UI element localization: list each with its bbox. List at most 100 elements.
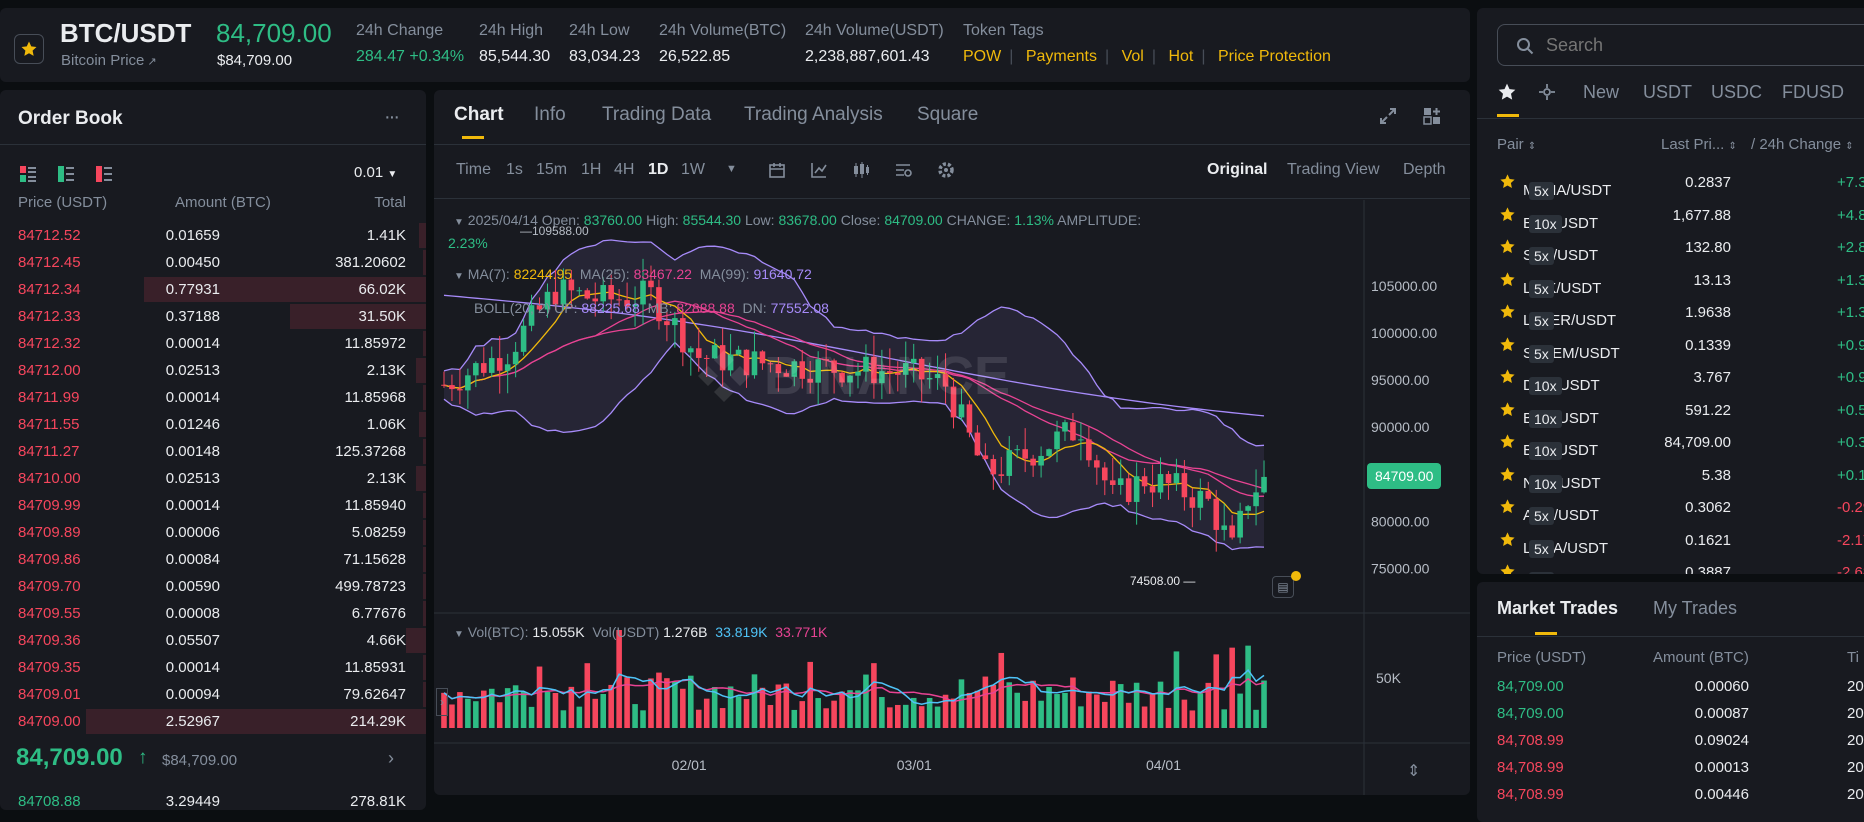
timeframe-15m[interactable]: 15m	[536, 161, 567, 179]
tab-my-trades[interactable]: My Trades	[1653, 598, 1737, 619]
ask-row[interactable]: 84709.89 0.00006 5.08259	[0, 519, 426, 546]
market-row[interactable]: LAYER/USDT5x1.9638+1.37	[1477, 296, 1864, 330]
search-box[interactable]	[1497, 24, 1864, 66]
view-depth[interactable]: Depth	[1403, 161, 1446, 179]
ask-row[interactable]: 84711.55 0.01246 1.06K	[0, 411, 426, 438]
market-row[interactable]: MANA/USDT5x0.2837+7.30	[1477, 166, 1864, 200]
tag-price-protection[interactable]: Price Protection	[1218, 48, 1331, 65]
ask-row[interactable]: 84711.99 0.00014 11.85968	[0, 384, 426, 411]
tab-usdc[interactable]: USDC	[1711, 82, 1762, 103]
timeframe-4h[interactable]: 4H	[614, 161, 634, 179]
ask-row[interactable]: 84711.27 0.00148 125.37268	[0, 438, 426, 465]
ask-row[interactable]: 84712.33 0.37188 31.50K	[0, 303, 426, 330]
favorite-star-icon[interactable]	[1499, 368, 1516, 389]
ask-row[interactable]: 84709.86 0.00084 71.15628	[0, 546, 426, 573]
ask-row[interactable]: 84709.36 0.05507 4.66K	[0, 627, 426, 654]
timeframe-1d[interactable]: 1D	[648, 161, 668, 179]
market-row[interactable]: JUP/USDT5x0.3887-2.68	[1477, 556, 1864, 574]
market-row[interactable]: ETH/USDT10x1,677.88+4.82	[1477, 199, 1864, 233]
tab-trading-data[interactable]: Trading Data	[602, 104, 711, 126]
coin-name-link[interactable]: Bitcoin Price ↗	[61, 52, 157, 69]
tag-pow[interactable]: POW	[963, 48, 1001, 65]
favorite-star-icon[interactable]	[1499, 271, 1516, 292]
ask-row[interactable]: 84709.35 0.00014 11.85931	[0, 654, 426, 681]
ask-row[interactable]: 84709.55 0.00008 6.77676	[0, 600, 426, 627]
tag-vol[interactable]: Vol	[1122, 48, 1144, 65]
timeframe-1w[interactable]: 1W	[681, 161, 705, 179]
scale-toggle-icon[interactable]: ⇕	[1407, 761, 1420, 781]
candle-type-icon[interactable]	[852, 161, 870, 184]
tab-zones[interactable]	[1537, 82, 1557, 107]
timeframe-time[interactable]: Time	[456, 161, 491, 179]
favorite-button[interactable]	[14, 34, 44, 64]
ask-row[interactable]: 84710.00 0.02513 2.13K	[0, 465, 426, 492]
timeframe-more-icon[interactable]: ▼	[726, 163, 737, 175]
expand-left-icon[interactable]: ›	[436, 688, 448, 716]
ask-row[interactable]: 84712.32 0.00014 11.85972	[0, 330, 426, 357]
template-icon[interactable]	[894, 161, 912, 184]
market-row[interactable]: LUNA/USDT5x0.1621-2.17	[1477, 524, 1864, 558]
search-input[interactable]	[1546, 33, 1846, 57]
ask-row[interactable]: 84712.34 0.77931 66.02K	[0, 276, 426, 303]
tab-market-trades[interactable]: Market Trades	[1497, 598, 1618, 619]
collapse-icon[interactable]: ▼	[454, 271, 464, 282]
ask-row[interactable]: 84709.01 0.00094 79.62647	[0, 681, 426, 708]
market-row[interactable]: ARB/USDT5x0.3062-0.29	[1477, 491, 1864, 525]
ask-row[interactable]: 84709.00 2.52967 214.29K	[0, 708, 426, 735]
tab-square[interactable]: Square	[917, 104, 978, 126]
collapse-icon[interactable]: ▼	[454, 217, 464, 228]
favorite-star-icon[interactable]	[1499, 206, 1516, 227]
tab-usdt[interactable]: USDT	[1643, 82, 1692, 103]
favorite-star-icon[interactable]	[1499, 401, 1516, 422]
favorite-star-icon[interactable]	[1499, 563, 1516, 574]
calendar-icon[interactable]	[768, 161, 786, 184]
fullscreen-icon[interactable]	[1378, 106, 1398, 131]
favorite-star-icon[interactable]	[1499, 531, 1516, 552]
favorite-star-icon[interactable]	[1499, 173, 1516, 194]
settings-gear-icon[interactable]	[937, 161, 955, 184]
more-options-icon[interactable]: ···	[384, 106, 400, 129]
bid-row[interactable]: 84708.88 3.29449 278.81K	[0, 790, 426, 810]
candlestick-chart[interactable]: 105000.00 100000.00 95000.00 90000.00 80000.…	[434, 200, 1470, 795]
market-row[interactable]: LINK/USDT5x13.13+1.39	[1477, 264, 1864, 298]
tab-favorites[interactable]	[1497, 82, 1517, 107]
tab-info[interactable]: Info	[534, 104, 566, 126]
ask-row[interactable]: 84709.70 0.00590 499.78723	[0, 573, 426, 600]
tab-new[interactable]: New	[1583, 82, 1619, 103]
precision-select[interactable]: 0.01 ▼	[354, 164, 397, 181]
ask-row[interactable]: 84712.00 0.02513 2.13K	[0, 357, 426, 384]
view-both-icon[interactable]	[20, 166, 36, 187]
collapse-icon[interactable]: ▼	[454, 629, 464, 640]
market-row[interactable]: BNB/USDT10x591.22+0.57	[1477, 394, 1864, 428]
market-row[interactable]: NEO/USDT10x5.38+0.19	[1477, 459, 1864, 493]
col-last-price-header[interactable]: Last Pri... ⇕	[1661, 136, 1737, 153]
favorite-star-icon[interactable]	[1499, 433, 1516, 454]
last-price-row[interactable]: 84,709.00 ↑ $84,709.00 ›	[0, 736, 426, 788]
market-row[interactable]: DOT/USDT10x3.767+0.96	[1477, 361, 1864, 395]
favorite-star-icon[interactable]	[1499, 238, 1516, 259]
favorite-star-icon[interactable]	[1499, 498, 1516, 519]
tag-hot[interactable]: Hot	[1168, 48, 1193, 65]
favorite-star-icon[interactable]	[1499, 336, 1516, 357]
timeframe-1s[interactable]: 1s	[506, 161, 523, 179]
view-bids-icon[interactable]	[58, 166, 74, 187]
view-original[interactable]: Original	[1207, 161, 1267, 179]
timeframe-1h[interactable]: 1H	[581, 161, 601, 179]
market-row[interactable]: SOL/USDT5x132.80+2.83	[1477, 231, 1864, 265]
tab-chart[interactable]: Chart	[454, 104, 504, 126]
tag-payments[interactable]: Payments	[1026, 48, 1097, 65]
view-trading-view[interactable]: Trading View	[1287, 161, 1380, 179]
annotation-icon[interactable]: ▤	[1272, 571, 1301, 598]
view-asks-icon[interactable]	[96, 166, 112, 187]
ask-row[interactable]: 84712.45 0.00450 381.20602	[0, 249, 426, 276]
ask-row[interactable]: 84712.52 0.01659 1.41K	[0, 222, 426, 249]
ask-row[interactable]: 84709.99 0.00014 11.85940	[0, 492, 426, 519]
col-change-header[interactable]: / 24h Change ⇕	[1751, 136, 1854, 153]
col-pair-header[interactable]: Pair ⇕	[1497, 136, 1536, 153]
favorite-star-icon[interactable]	[1499, 303, 1516, 324]
tab-trading-analysis[interactable]: Trading Analysis	[744, 104, 883, 126]
market-row[interactable]: STEEM/USDT5x0.1339+0.98	[1477, 329, 1864, 363]
market-row[interactable]: BTC/USDT10x84,709.00+0.34	[1477, 426, 1864, 460]
favorite-star-icon[interactable]	[1499, 466, 1516, 487]
tab-fdusd[interactable]: FDUSD	[1782, 82, 1844, 103]
